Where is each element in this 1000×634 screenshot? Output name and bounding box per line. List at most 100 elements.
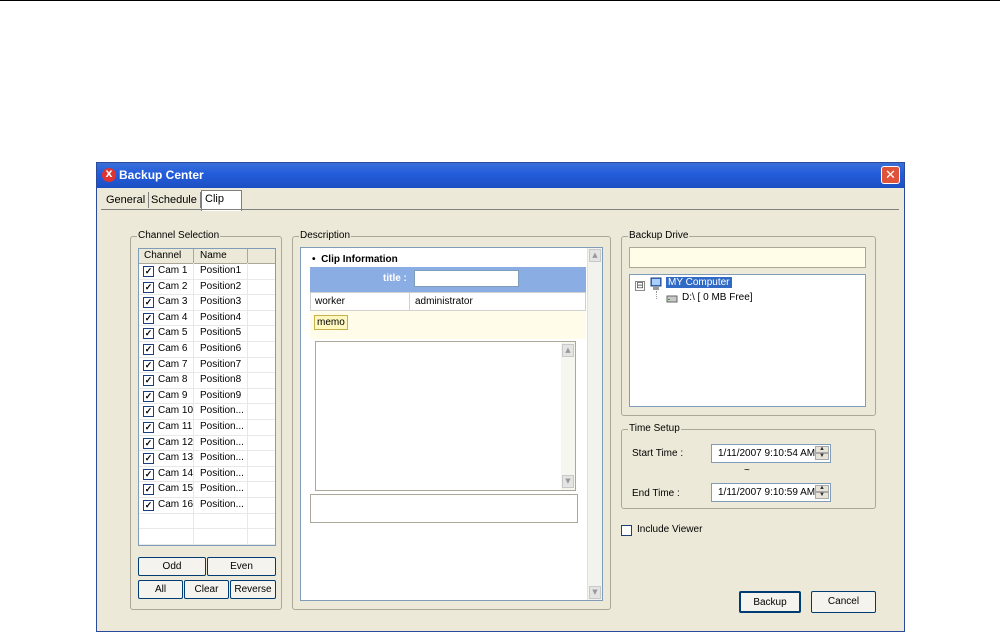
cancel-button[interactable]: Cancel xyxy=(811,591,876,613)
checkbox-icon[interactable]: ✓ xyxy=(143,344,154,355)
checkbox-icon[interactable]: ✓ xyxy=(143,437,154,449)
checkbox-icon[interactable]: ✓ xyxy=(143,266,154,277)
name-column-header[interactable]: Name xyxy=(200,250,227,261)
description-scrollbar[interactable]: ▲ ▼ xyxy=(587,248,602,600)
worker-row: worker administrator xyxy=(310,292,586,311)
channel-row[interactable]: ✓ Cam 8 Position8 xyxy=(139,373,275,389)
odd-button[interactable]: Odd xyxy=(138,557,206,576)
end-time-spinner[interactable]: ▲ ▼ xyxy=(815,485,829,500)
start-time-value: 1/11/2007 9:10:54 AM xyxy=(718,448,816,459)
channel-row[interactable]: ✓ Cam 16 Position... xyxy=(139,498,275,514)
spin-down-icon[interactable]: ▼ xyxy=(815,492,829,499)
channel-position-name: Position5 xyxy=(200,327,242,339)
channel-row[interactable]: ✓ Cam 2 Position2 xyxy=(139,280,275,296)
memo-scroll-down-icon[interactable]: ▼ xyxy=(562,475,574,488)
channel-cam-label: Cam 12 xyxy=(158,436,194,448)
channel-position-name: Position3 xyxy=(200,296,242,308)
title-input[interactable] xyxy=(414,270,519,287)
memo-footer-row xyxy=(310,494,578,523)
checkbox-icon[interactable]: ✓ xyxy=(143,328,154,340)
backup-button[interactable]: Backup xyxy=(739,591,801,613)
checkbox-icon[interactable]: ✓ xyxy=(143,453,154,465)
channel-position-name: Position... xyxy=(200,467,244,479)
channel-row[interactable]: ✓ Cam 12 Position... xyxy=(139,436,275,452)
worker-value: administrator xyxy=(415,296,473,307)
channel-row[interactable]: ✓ Cam 4 Position4 xyxy=(139,311,275,327)
checkbox-icon[interactable]: ✓ xyxy=(143,390,154,402)
time-setup-label: Time Setup xyxy=(628,423,681,434)
all-button[interactable]: All xyxy=(138,580,183,599)
checkbox-icon[interactable]: ✓ xyxy=(143,359,154,371)
start-time-picker[interactable]: 1/11/2007 9:10:54 AM ▲ ▼ xyxy=(711,444,831,463)
collapse-icon[interactable]: ⊟ xyxy=(635,281,645,291)
checkbox-icon[interactable] xyxy=(621,525,632,536)
end-time-label: End Time : xyxy=(632,488,680,499)
channel-list-header: Channel Name xyxy=(139,249,275,264)
checkbox-icon[interactable]: ✓ xyxy=(143,297,154,309)
channel-row[interactable]: ✓ Cam 3 Position3 xyxy=(139,295,275,311)
channel-cam-label: Cam 10 xyxy=(158,405,194,417)
channel-cam-label: Cam 13 xyxy=(158,452,194,464)
app-logo-icon: X xyxy=(102,168,116,182)
channel-position-name: Position... xyxy=(200,499,244,510)
tab-general[interactable]: General xyxy=(103,192,150,208)
start-time-spinner[interactable]: ▲ ▼ xyxy=(815,446,829,461)
window-title: Backup Center xyxy=(119,168,204,182)
memo-textarea[interactable]: ▲ ▼ xyxy=(315,341,576,491)
hard-drive-icon xyxy=(666,295,678,303)
checkbox-icon[interactable]: ✓ xyxy=(143,375,154,387)
tab-schedule[interactable]: Schedule xyxy=(148,192,201,208)
channel-position-name: Position... xyxy=(200,436,244,448)
tree-node-drive-d[interactable]: D:\ [ 0 MB Free] xyxy=(682,292,753,303)
drive-tree[interactable]: ⊟ MY Computer D:\ [ 0 MB Free] xyxy=(629,274,866,407)
time-range-separator: ~ xyxy=(744,465,750,476)
memo-label: memo xyxy=(314,315,348,330)
channel-position-name: Position2 xyxy=(200,280,242,292)
checkbox-icon[interactable]: ✓ xyxy=(143,406,154,418)
channel-position-name: Position7 xyxy=(200,358,242,370)
reverse-button[interactable]: Reverse xyxy=(230,580,276,599)
computer-icon xyxy=(650,277,662,290)
checkbox-icon[interactable]: ✓ xyxy=(143,312,154,324)
channel-row[interactable]: ✓ Cam 11 Position... xyxy=(139,420,275,436)
description-label: Description xyxy=(299,230,352,241)
title-label: title : xyxy=(383,273,407,284)
memo-scrollbar[interactable]: ▲ ▼ xyxy=(561,342,575,490)
description-scroll-down-icon[interactable]: ▼ xyxy=(589,586,601,599)
channel-row[interactable]: ✓ Cam 7 Position7 xyxy=(139,358,275,374)
channel-cam-label: Cam 11 xyxy=(158,421,193,432)
channel-row[interactable]: ✓ Cam 9 Position9 xyxy=(139,389,275,405)
spin-up-icon[interactable]: ▲ xyxy=(815,485,829,492)
channel-row[interactable]: ✓ Cam 15 Position... xyxy=(139,482,275,498)
end-time-picker[interactable]: 1/11/2007 9:10:59 AM ▲ ▼ xyxy=(711,483,831,502)
backup-path-field[interactable] xyxy=(629,247,866,268)
channel-cam-label: Cam 1 xyxy=(158,265,188,276)
channel-row[interactable]: ✓ Cam 10 Position... xyxy=(139,404,275,420)
channel-row[interactable]: ✓ Cam 5 Position5 xyxy=(139,326,275,342)
spin-up-icon[interactable]: ▲ xyxy=(815,446,829,453)
checkbox-icon[interactable]: ✓ xyxy=(143,281,154,293)
channel-row[interactable]: ✓ Cam 6 Position6 xyxy=(139,342,275,358)
channel-row[interactable]: ✓ Cam 1 Position1 xyxy=(139,264,275,280)
spin-down-icon[interactable]: ▼ xyxy=(815,453,829,460)
even-button[interactable]: Even xyxy=(207,557,276,576)
description-scroll-up-icon[interactable]: ▲ xyxy=(589,249,601,262)
checkbox-icon[interactable]: ✓ xyxy=(143,484,154,496)
checkbox-icon[interactable]: ✓ xyxy=(143,422,154,433)
channel-column-header[interactable]: Channel xyxy=(144,250,181,261)
checkbox-icon[interactable]: ✓ xyxy=(143,468,154,480)
tree-node-my-computer[interactable]: MY Computer xyxy=(666,277,732,288)
page-top-rule xyxy=(0,0,1000,1)
channel-list[interactable]: Channel Name ✓ Cam 1 Position1 ✓ Cam 2 Positi… xyxy=(138,248,276,546)
checkbox-icon[interactable]: ✓ xyxy=(143,500,154,511)
channel-cam-label: Cam 14 xyxy=(158,467,194,479)
tab-clip[interactable]: Clip xyxy=(201,190,242,211)
channel-row[interactable]: ✓ Cam 14 Position... xyxy=(139,467,275,483)
channel-row[interactable]: ✓ Cam 13 Position... xyxy=(139,451,275,467)
clear-button[interactable]: Clear xyxy=(184,580,229,599)
close-button[interactable]: ✕ xyxy=(881,166,900,184)
channel-position-name: Position... xyxy=(200,405,244,417)
start-time-label: Start Time : xyxy=(632,448,684,459)
channel-cam-label: Cam 8 xyxy=(158,374,188,386)
memo-scroll-up-icon[interactable]: ▲ xyxy=(562,344,574,357)
